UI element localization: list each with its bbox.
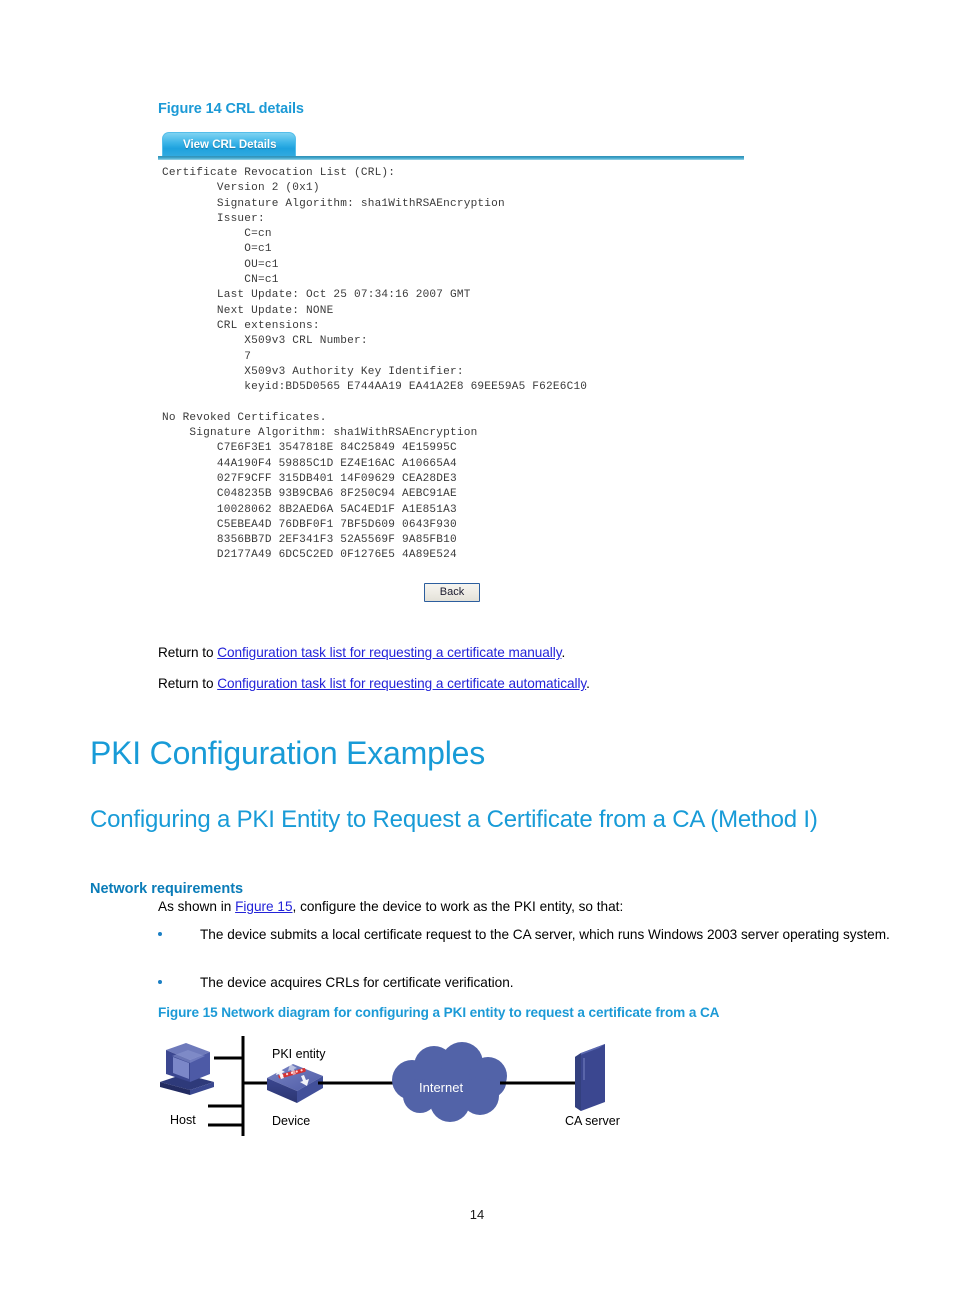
- host-computer-icon: [160, 1043, 214, 1095]
- bullet-dot-icon: [158, 980, 162, 984]
- link-figure-15[interactable]: Figure 15: [235, 899, 292, 914]
- diagram-label-pki-entity: PKI entity: [272, 1047, 326, 1061]
- diagram-label-internet: Internet: [419, 1080, 464, 1095]
- list-item-label: The device acquires CRLs for certificate…: [200, 975, 514, 990]
- link-config-task-list-manual[interactable]: Configuration task list for requesting a…: [217, 645, 561, 660]
- back-button[interactable]: Back: [424, 583, 480, 602]
- ca-server-icon: [575, 1044, 605, 1111]
- page-title-h1: PKI Configuration Examples: [90, 735, 486, 772]
- return-suffix-manual: .: [561, 645, 566, 660]
- router-device-icon: [267, 1064, 323, 1103]
- figure-14-caption: Figure 14 CRL details: [158, 101, 304, 117]
- return-prefix-manual: Return to: [158, 645, 218, 660]
- return-suffix-automatic: .: [586, 676, 590, 691]
- list-item: The device acquires CRLs for certificate…: [158, 973, 898, 993]
- crl-details-panel: View CRL Details: [158, 130, 744, 160]
- intro-paragraph: As shown in Figure 15, configure the dev…: [158, 899, 623, 914]
- return-prefix-automatic: Return to: [158, 676, 218, 691]
- intro-suffix: , configure the device to work as the PK…: [292, 899, 624, 914]
- intro-prefix: As shown in: [158, 899, 236, 914]
- return-link-row-manual: Return to Configuration task list for re…: [158, 643, 565, 662]
- return-link-row-automatic: Return to Configuration task list for re…: [158, 674, 590, 693]
- subsection-title-h3: Network requirements: [90, 880, 244, 897]
- diagram-label-device: Device: [272, 1114, 311, 1128]
- diagram-label-host: Host: [170, 1113, 196, 1127]
- tab-underline: [158, 156, 744, 160]
- link-config-task-list-automatic[interactable]: Configuration task list for requesting a…: [217, 676, 586, 691]
- tab-strip: View CRL Details: [158, 130, 744, 160]
- list-item: The device submits a local certificate r…: [158, 925, 898, 945]
- document-page: Figure 14 CRL details View CRL Details C…: [0, 0, 954, 1294]
- crl-details-text: Certificate Revocation List (CRL): Versi…: [162, 167, 588, 562]
- list-item-label: The device submits a local certificate r…: [200, 927, 890, 942]
- tab-view-crl-details[interactable]: View CRL Details: [162, 132, 296, 158]
- figure-15-caption: Figure 15 Network diagram for configurin…: [158, 1005, 720, 1020]
- network-diagram: Host PKI entity Device Internet CA serve…: [150, 1030, 710, 1142]
- bullet-dot-icon: [158, 932, 162, 936]
- page-number: 14: [469, 1207, 485, 1222]
- diagram-label-ca-server: CA server: [565, 1114, 620, 1128]
- section-title-h2: Configuring a PKI Entity to Request a Ce…: [90, 805, 818, 833]
